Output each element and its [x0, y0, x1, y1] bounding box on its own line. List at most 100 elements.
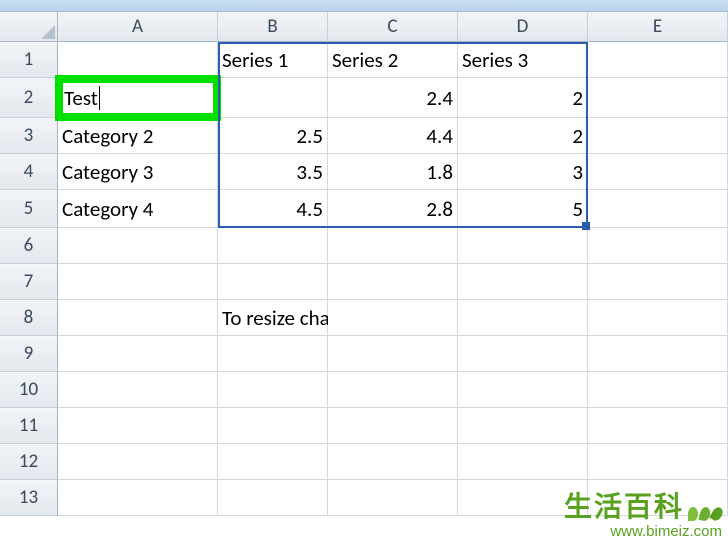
cell-E3[interactable]	[588, 118, 728, 154]
cell-E4[interactable]	[588, 154, 728, 190]
cell-C8[interactable]	[328, 300, 458, 336]
cell-A1[interactable]	[58, 42, 218, 78]
cell-C10[interactable]	[328, 372, 458, 408]
select-all-corner[interactable]	[0, 12, 58, 42]
cell-C12[interactable]	[328, 444, 458, 480]
cell-B5[interactable]: 4.5	[218, 190, 328, 228]
cell-A8[interactable]	[58, 300, 218, 336]
cell-A10[interactable]	[58, 372, 218, 408]
cell-D6[interactable]	[458, 228, 588, 264]
cell-B7[interactable]	[218, 264, 328, 300]
column-header-A[interactable]: A	[58, 12, 218, 42]
cell-A11[interactable]	[58, 408, 218, 444]
column-header-B[interactable]: B	[218, 12, 328, 42]
worksheet[interactable]: A B C D E 1 Series 1 Series 2 Series 3 2	[0, 12, 728, 516]
cell-B4[interactable]: 3.5	[218, 154, 328, 190]
row-header-2[interactable]: 2	[0, 78, 58, 118]
excel-window: A B C D E 1 Series 1 Series 2 Series 3 2	[0, 0, 728, 546]
cell-D9[interactable]	[458, 336, 588, 372]
cell-A9[interactable]	[58, 336, 218, 372]
cell-C4[interactable]: 1.8	[328, 154, 458, 190]
row-header-5[interactable]: 5	[0, 190, 58, 228]
cell-E6[interactable]	[588, 228, 728, 264]
cell-D5[interactable]: 5	[458, 190, 588, 228]
cell-C9[interactable]	[328, 336, 458, 372]
row-header-1[interactable]: 1	[0, 42, 58, 78]
column-header-D[interactable]: D	[458, 12, 588, 42]
cell-B11[interactable]	[218, 408, 328, 444]
cell-D7[interactable]	[458, 264, 588, 300]
cell-B9[interactable]	[218, 336, 328, 372]
cell-A12[interactable]	[58, 444, 218, 480]
cell-A5[interactable]: Category 4	[58, 190, 218, 228]
cell-E11[interactable]	[588, 408, 728, 444]
row-4: 4 Category 3 3.5 1.8 3	[0, 154, 728, 190]
cell-A7[interactable]	[58, 264, 218, 300]
cell-B8[interactable]: To resize chart data range, drag lower r…	[218, 300, 328, 336]
cell-C2[interactable]: 2.4	[328, 78, 458, 118]
cell-A2-edit-wrap: Test	[58, 78, 218, 118]
row-8: 8 To resize chart data range, drag lower…	[0, 300, 728, 336]
cell-D11[interactable]	[458, 408, 588, 444]
watermark-text-cn: 生活百科	[564, 485, 684, 525]
cell-B10[interactable]	[218, 372, 328, 408]
cell-D12[interactable]	[458, 444, 588, 480]
cell-B1[interactable]: Series 1	[218, 42, 328, 78]
cell-D2[interactable]: 2	[458, 78, 588, 118]
cell-E10[interactable]	[588, 372, 728, 408]
cell-C3[interactable]: 4.4	[328, 118, 458, 154]
row-6: 6	[0, 228, 728, 264]
cell-E5[interactable]	[588, 190, 728, 228]
cell-B3[interactable]: 2.5	[218, 118, 328, 154]
cell-E7[interactable]	[588, 264, 728, 300]
cell-E1[interactable]	[588, 42, 728, 78]
column-header-C[interactable]: C	[328, 12, 458, 42]
cell-A6[interactable]	[58, 228, 218, 264]
select-all-icon	[41, 25, 55, 39]
row-2: 2 Test 2.4 2	[0, 78, 728, 118]
cell-A4[interactable]: Category 3	[58, 154, 218, 190]
watermark-url: www.bimeiz.com	[564, 523, 722, 540]
row-12: 12	[0, 444, 728, 480]
row-header-6[interactable]: 6	[0, 228, 58, 264]
column-header-E[interactable]: E	[588, 12, 728, 42]
cell-E2[interactable]	[588, 78, 728, 118]
row-header-12[interactable]: 12	[0, 444, 58, 480]
cell-A3[interactable]: Category 2	[58, 118, 218, 154]
cell-B13[interactable]	[218, 480, 328, 516]
cell-D8[interactable]	[458, 300, 588, 336]
row-header-7[interactable]: 7	[0, 264, 58, 300]
cell-D3[interactable]: 2	[458, 118, 588, 154]
cell-E12[interactable]	[588, 444, 728, 480]
column-headers-row: A B C D E	[0, 12, 728, 42]
cell-C13[interactable]	[328, 480, 458, 516]
ribbon-strip	[0, 0, 728, 12]
row-10: 10	[0, 372, 728, 408]
cell-A2-editing[interactable]: Test	[58, 78, 218, 118]
row-header-4[interactable]: 4	[0, 154, 58, 190]
cell-A2-value: Test	[64, 85, 98, 111]
row-header-11[interactable]: 11	[0, 408, 58, 444]
row-header-9[interactable]: 9	[0, 336, 58, 372]
cell-B12[interactable]	[218, 444, 328, 480]
cell-E8[interactable]	[588, 300, 728, 336]
row-header-8[interactable]: 8	[0, 300, 58, 336]
row-1: 1 Series 1 Series 2 Series 3	[0, 42, 728, 78]
cell-A13[interactable]	[58, 480, 218, 516]
cell-C1[interactable]: Series 2	[328, 42, 458, 78]
cell-C6[interactable]	[328, 228, 458, 264]
cell-B2[interactable]	[218, 78, 328, 118]
cell-E9[interactable]	[588, 336, 728, 372]
row-3: 3 Category 2 2.5 4.4 2	[0, 118, 728, 154]
row-5: 5 Category 4 4.5 2.8 5	[0, 190, 728, 228]
cell-C7[interactable]	[328, 264, 458, 300]
row-header-13[interactable]: 13	[0, 480, 58, 516]
cell-D10[interactable]	[458, 372, 588, 408]
row-header-3[interactable]: 3	[0, 118, 58, 154]
cell-D1[interactable]: Series 3	[458, 42, 588, 78]
cell-B6[interactable]	[218, 228, 328, 264]
cell-D4[interactable]: 3	[458, 154, 588, 190]
row-header-10[interactable]: 10	[0, 372, 58, 408]
cell-C5[interactable]: 2.8	[328, 190, 458, 228]
cell-C11[interactable]	[328, 408, 458, 444]
